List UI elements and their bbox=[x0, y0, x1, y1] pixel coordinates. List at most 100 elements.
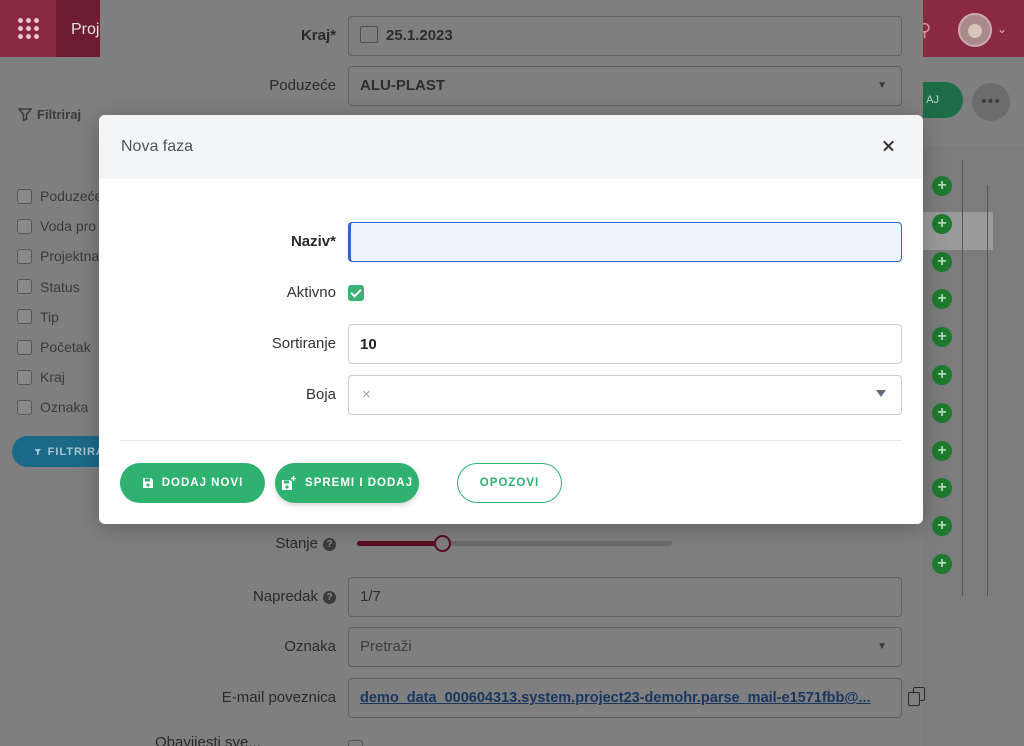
new-phase-dialog: Nova faza Naziv* Aktivno Sortiranje Boja… bbox=[99, 115, 923, 524]
checkbox[interactable] bbox=[17, 279, 32, 295]
filter-heading[interactable]: Filtriraj bbox=[18, 107, 81, 122]
email-link[interactable]: demo_data_000604313.system.project23-dem… bbox=[360, 690, 871, 706]
checkbox[interactable] bbox=[17, 399, 32, 415]
email-link-field[interactable]: demo_data_000604313.system.project23-dem… bbox=[348, 678, 902, 718]
filter-label: Početak bbox=[40, 339, 91, 356]
stanje-label: Stanje bbox=[275, 535, 318, 552]
divider bbox=[120, 440, 902, 441]
caret-down-icon: ▼ bbox=[877, 641, 887, 652]
cancel-button[interactable]: OPOZOVI bbox=[457, 463, 562, 503]
filter-item[interactable]: Voda pro bbox=[17, 211, 102, 241]
funnel-icon bbox=[34, 448, 42, 455]
field-label: E-mail poveznica bbox=[221, 689, 336, 706]
slider-handle[interactable] bbox=[434, 535, 452, 552]
filter-item[interactable]: Tip bbox=[17, 302, 102, 332]
filter-label: Poduzeće bbox=[40, 188, 103, 205]
filter-label: Kraj bbox=[40, 369, 65, 386]
tag-placeholder: Pretraži bbox=[360, 638, 412, 655]
save-plus-icon bbox=[282, 475, 297, 490]
add-phase-button[interactable]: + bbox=[932, 554, 952, 574]
filter-title: Filtriraj bbox=[37, 107, 82, 122]
form-row-napredak: Napredak? 1/7 bbox=[100, 577, 923, 617]
form-row-email: E-mail poveznica demo_data_000604313.sys… bbox=[100, 678, 926, 718]
save-and-add-label: SPREMI I DODAJ bbox=[305, 477, 413, 489]
filter-item[interactable]: Oznaka bbox=[17, 392, 102, 422]
save-and-add-button[interactable]: SPREMI I DODAJ bbox=[275, 463, 419, 503]
filter-button[interactable]: FILTRIRAJ bbox=[12, 436, 112, 467]
clear-icon[interactable]: × bbox=[362, 386, 371, 403]
add-phase-button[interactable]: + bbox=[932, 251, 952, 272]
active-checkbox[interactable] bbox=[348, 285, 364, 301]
slider-fill bbox=[357, 541, 443, 546]
filter-item[interactable]: Status bbox=[17, 272, 102, 302]
color-select[interactable]: × bbox=[348, 375, 902, 415]
boja-label: Boja bbox=[305, 386, 336, 403]
cancel-label: OPOZOVI bbox=[479, 477, 540, 489]
dialog-header: Nova faza bbox=[99, 115, 923, 179]
field-label: Oznaka bbox=[284, 638, 336, 655]
caret-down-icon bbox=[876, 390, 886, 397]
name-input[interactable] bbox=[348, 222, 902, 262]
caret-down-icon: ▼ bbox=[877, 80, 887, 91]
add-phase-button[interactable]: + bbox=[932, 176, 952, 196]
field-label: Napredak? bbox=[253, 577, 336, 617]
add-new-label: DODAJ NOVI bbox=[161, 477, 244, 489]
filter-list: Poduzeće Voda pro Projektna Status Tip P… bbox=[17, 181, 102, 423]
tag-select[interactable]: Pretraži ▼ bbox=[348, 627, 902, 667]
filter-label: Tip bbox=[40, 308, 59, 325]
filter-label: Voda pro bbox=[40, 218, 97, 235]
form-row-oznaka: Oznaka Pretraži ▼ bbox=[100, 627, 923, 667]
add-new-button[interactable]: DODAJ NOVI bbox=[120, 463, 265, 503]
calendar-icon bbox=[360, 25, 378, 43]
filter-label: Status bbox=[40, 278, 80, 295]
checkbox[interactable] bbox=[17, 339, 32, 355]
help-icon[interactable]: ? bbox=[323, 537, 336, 551]
save-icon bbox=[142, 478, 153, 488]
sort-order-input[interactable] bbox=[348, 324, 902, 364]
filter-item[interactable]: Poduzeće bbox=[17, 181, 102, 211]
progress-field: 1/7 bbox=[348, 577, 902, 617]
avatar[interactable] bbox=[958, 13, 992, 47]
field-label: Stanje? bbox=[275, 524, 336, 564]
state-slider[interactable] bbox=[357, 535, 672, 552]
checkbox[interactable] bbox=[17, 188, 32, 204]
chevron-down-icon[interactable]: ⌄ bbox=[997, 22, 1007, 36]
checkbox[interactable] bbox=[17, 309, 32, 325]
checkbox[interactable] bbox=[17, 369, 32, 385]
dialog-title: Nova faza bbox=[121, 138, 194, 155]
notify-label: Obavijesti sve... bbox=[155, 734, 261, 746]
aktivno-label: Aktivno bbox=[286, 284, 336, 301]
add-phase-button[interactable]: + bbox=[932, 213, 952, 234]
filter-item[interactable]: Kraj bbox=[17, 362, 102, 392]
filter-label: Oznaka bbox=[40, 399, 89, 416]
add-phase-button[interactable]: + bbox=[932, 365, 952, 385]
funnel-icon bbox=[18, 108, 32, 121]
company-select[interactable]: ALU-PLAST ▼ bbox=[348, 66, 902, 106]
end-date-value: 25.1.2023 bbox=[386, 27, 453, 44]
filter-label: Projektna bbox=[40, 248, 100, 265]
checkbox[interactable] bbox=[17, 248, 32, 264]
apps-menu-button[interactable] bbox=[0, 0, 56, 57]
field-label: Kraj* bbox=[300, 27, 336, 44]
checkbox[interactable] bbox=[17, 218, 32, 234]
add-phase-button[interactable]: + bbox=[932, 440, 952, 461]
copy-icon[interactable] bbox=[908, 687, 926, 707]
filter-item[interactable]: Projektna bbox=[17, 241, 102, 271]
naziv-label: Naziv* bbox=[290, 233, 336, 250]
company-value: ALU-PLAST bbox=[360, 77, 445, 94]
tree-line bbox=[962, 160, 963, 596]
add-phase-button[interactable]: + bbox=[932, 402, 952, 423]
end-date-field[interactable]: 25.1.2023 bbox=[348, 16, 902, 56]
grid-icon bbox=[17, 18, 39, 39]
help-icon[interactable]: ? bbox=[323, 590, 336, 604]
checkbox[interactable] bbox=[348, 740, 363, 746]
sortiranje-label: Sortiranje bbox=[271, 335, 336, 352]
form-row-poduzece: Poduzeće ALU-PLAST ▼ bbox=[100, 66, 923, 106]
filter-item[interactable]: Početak bbox=[17, 332, 102, 362]
close-icon[interactable] bbox=[877, 134, 901, 158]
field-label: Poduzeće bbox=[269, 77, 336, 94]
form-row-kraj: Kraj* 25.1.2023 bbox=[100, 16, 923, 56]
tree-line bbox=[987, 185, 988, 596]
more-options-button[interactable]: ••• bbox=[972, 83, 1010, 121]
napredak-label: Napredak bbox=[252, 588, 318, 605]
